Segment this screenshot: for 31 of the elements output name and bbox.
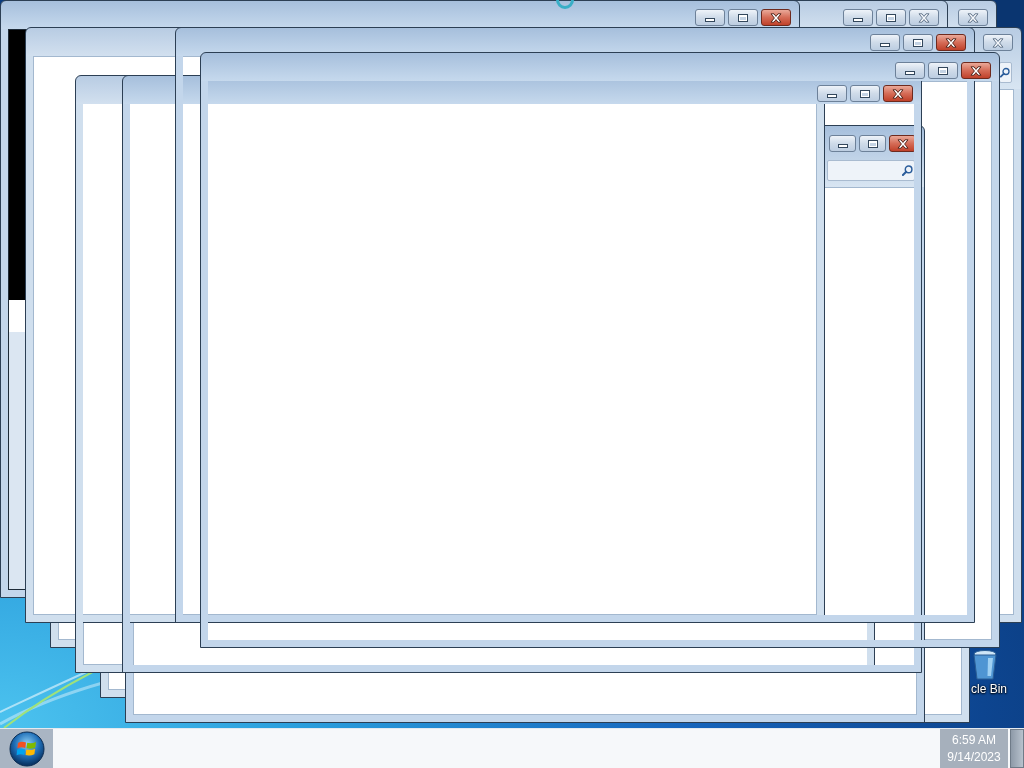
start-button[interactable] — [0, 729, 53, 768]
maximize-button[interactable] — [728, 9, 758, 26]
minimize-button[interactable] — [895, 62, 925, 79]
close-icon — [945, 37, 957, 48]
close-button[interactable] — [936, 34, 966, 51]
maximize-button[interactable] — [903, 34, 933, 51]
close-button[interactable] — [961, 62, 991, 79]
maximize-icon — [886, 13, 896, 22]
close-icon — [970, 65, 982, 76]
minimize-icon — [905, 71, 915, 75]
maximize-button[interactable] — [928, 62, 958, 79]
close-icon — [992, 37, 1004, 48]
maximize-icon — [938, 66, 948, 75]
minimize-icon — [705, 18, 715, 22]
close-button[interactable] — [761, 9, 791, 26]
close-icon — [967, 12, 979, 23]
close-icon — [770, 12, 782, 23]
minimize-button[interactable] — [695, 9, 725, 26]
search-icon — [1000, 67, 1010, 78]
minimize-button[interactable] — [870, 34, 900, 51]
maximize-icon — [913, 38, 923, 47]
recycle-bin-icon[interactable] — [973, 650, 997, 680]
ring-icon — [556, 0, 574, 9]
minimize-icon — [880, 43, 890, 47]
maximize-icon — [738, 13, 748, 22]
minimize-button[interactable] — [843, 9, 873, 26]
close-icon — [918, 12, 930, 23]
minimize-icon — [853, 18, 863, 22]
start-orb-icon — [8, 730, 45, 767]
maximize-button[interactable] — [876, 9, 906, 26]
desktop-icon-label[interactable]: cle Bin — [971, 682, 1008, 697]
